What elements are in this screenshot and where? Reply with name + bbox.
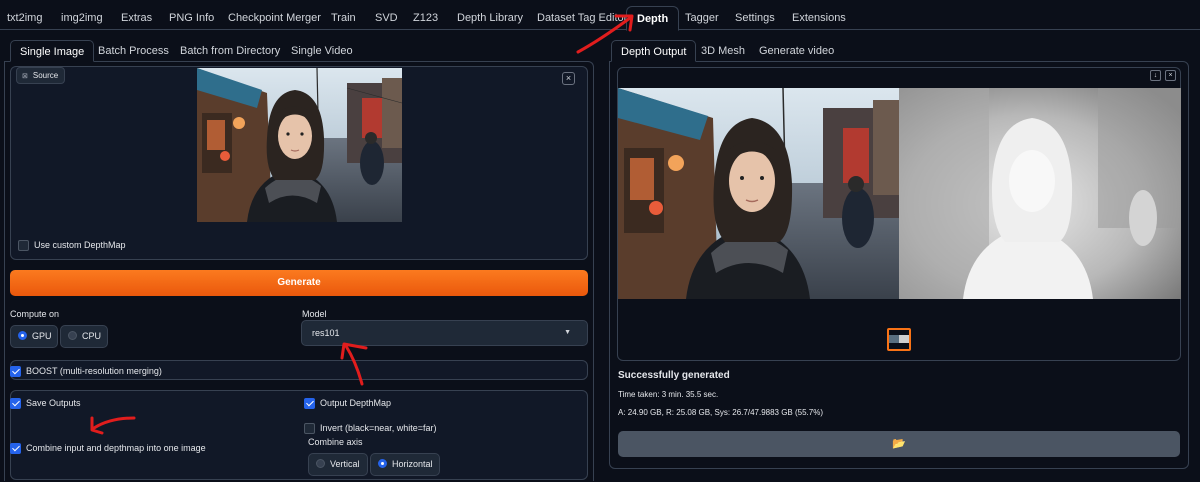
vram-usage: A: 24.90 GB, R: 25.08 GB, Sys: 26.7/47.9… xyxy=(618,408,824,417)
tab-train[interactable]: Train xyxy=(331,6,356,30)
tab-settings[interactable]: Settings xyxy=(735,6,775,30)
time-taken: Time taken: 3 min. 35.5 sec. xyxy=(618,390,719,399)
cpu-label: CPU xyxy=(82,331,102,341)
close-gallery-button[interactable]: × xyxy=(1165,70,1176,81)
folder-icon: 📂 xyxy=(892,438,906,450)
tab-single-video[interactable]: Single Video xyxy=(291,40,353,62)
output-options-block xyxy=(10,390,588,480)
use-custom-depthmap-label: Use custom DepthMap xyxy=(34,240,126,250)
source-label: Source xyxy=(32,71,59,80)
tab-depth-library[interactable]: Depth Library xyxy=(457,6,523,30)
radio-unselected-icon xyxy=(316,459,325,468)
gallery-thumbnail[interactable] xyxy=(887,328,911,351)
axis-vertical-radio[interactable]: Vertical xyxy=(308,453,368,476)
tab-single-image[interactable]: Single Image xyxy=(10,40,95,62)
generate-button-label: Generate xyxy=(277,277,321,288)
download-icon: ↓ xyxy=(1153,72,1158,79)
model-label: Model xyxy=(302,309,327,319)
depth-output-graphic xyxy=(618,88,1181,299)
image-icon: ⊠ xyxy=(22,73,28,80)
save-outputs-label: Save Outputs xyxy=(26,398,81,408)
gpu-label: GPU xyxy=(32,331,52,341)
status-title: Successfully generated xyxy=(618,370,730,381)
output-depthmap-checkbox[interactable] xyxy=(304,398,315,409)
boost-label: BOOST (multi-resolution merging) xyxy=(26,366,162,376)
use-custom-depthmap-checkbox[interactable] xyxy=(18,240,29,251)
clear-image-button[interactable]: × xyxy=(562,72,575,85)
radio-unselected-icon xyxy=(68,331,77,340)
tab-batch-from-directory[interactable]: Batch from Directory xyxy=(180,40,280,62)
output-depthmap-label: Output DepthMap xyxy=(320,398,392,408)
tab-generate-video[interactable]: Generate video xyxy=(759,40,834,62)
source-photo-graphic xyxy=(197,68,402,222)
axis-horizontal-radio[interactable]: Horizontal xyxy=(370,453,440,476)
close-icon: × xyxy=(1168,72,1173,79)
tab-svd[interactable]: SVD xyxy=(375,6,398,30)
compute-on-label: Compute on xyxy=(10,309,60,319)
combine-checkbox[interactable] xyxy=(10,443,21,454)
model-select[interactable]: res101 ▼ xyxy=(301,320,588,346)
open-folder-button[interactable]: 📂 xyxy=(618,431,1180,457)
tab-depth-output[interactable]: Depth Output xyxy=(611,40,697,62)
combine-label: Combine input and depthmap into one imag… xyxy=(26,443,206,453)
close-icon: × xyxy=(565,73,572,83)
thumbnail-graphic xyxy=(889,330,909,349)
tab-depth[interactable]: Depth xyxy=(626,6,680,31)
radio-selected-icon xyxy=(378,459,387,468)
tab-extensions[interactable]: Extensions xyxy=(792,6,846,30)
tab-z123[interactable]: Z123 xyxy=(413,6,438,30)
save-outputs-checkbox[interactable] xyxy=(10,398,21,409)
invert-label: Invert (black=near, white=far) xyxy=(320,423,437,433)
boost-checkbox[interactable] xyxy=(10,366,21,377)
tab-img2img[interactable]: img2img xyxy=(61,6,103,30)
tab-tagger[interactable]: Tagger xyxy=(685,6,719,30)
tab-checkpoint-merger[interactable]: Checkpoint Merger xyxy=(228,6,321,30)
generate-button[interactable]: Generate xyxy=(10,270,588,296)
radio-selected-icon xyxy=(18,331,27,340)
model-selected-value: res101 xyxy=(312,328,340,338)
horizontal-label: Horizontal xyxy=(392,459,433,469)
source-photo[interactable] xyxy=(197,68,402,222)
tab-png-info[interactable]: PNG Info xyxy=(169,6,214,30)
invert-checkbox[interactable] xyxy=(304,423,315,434)
download-button[interactable]: ↓ xyxy=(1150,70,1161,81)
combine-axis-label: Combine axis xyxy=(308,437,363,447)
tab-extras[interactable]: Extras xyxy=(121,6,152,30)
tab-3d-mesh[interactable]: 3D Mesh xyxy=(701,40,745,62)
compute-gpu-radio[interactable]: GPU xyxy=(10,325,58,348)
chevron-down-icon: ▼ xyxy=(564,329,571,336)
compute-cpu-radio[interactable]: CPU xyxy=(60,325,108,348)
source-label-chip: ⊠ Source xyxy=(16,67,66,84)
depth-output-image[interactable] xyxy=(618,88,1181,299)
tab-batch-process[interactable]: Batch Process xyxy=(98,40,169,62)
vertical-label: Vertical xyxy=(330,459,360,469)
tab-dataset-tag-editor[interactable]: Dataset Tag Editor xyxy=(537,6,627,30)
top-tab-bar: txt2img img2img Extras PNG Info Checkpoi… xyxy=(0,0,1200,31)
tab-txt2img[interactable]: txt2img xyxy=(7,6,42,30)
